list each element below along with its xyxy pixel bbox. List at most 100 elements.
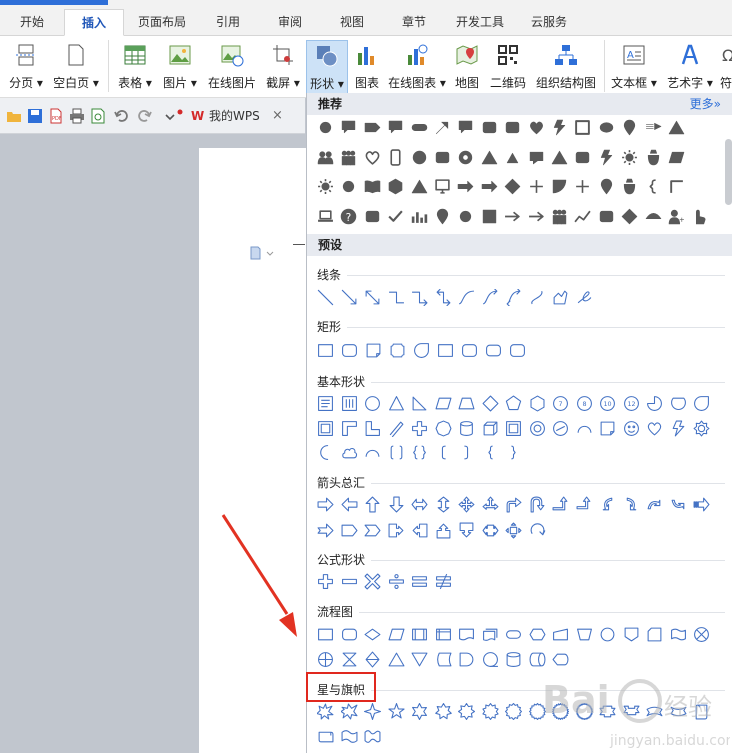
- line-shape-icon[interactable]: [317, 289, 334, 306]
- chevron-shape-icon[interactable]: [364, 522, 381, 539]
- chat-shape-icon[interactable]: [528, 149, 545, 166]
- elbowarr-shape-icon[interactable]: [411, 289, 428, 306]
- vtext-shape-icon[interactable]: [341, 395, 358, 412]
- arrow-shape-icon[interactable]: [504, 208, 521, 225]
- alr-shape-icon[interactable]: [411, 496, 428, 513]
- tree-shape-icon[interactable]: [645, 208, 662, 225]
- noentry-shape-icon[interactable]: [552, 420, 569, 437]
- symbol-button[interactable]: Ω 符: [720, 40, 732, 94]
- arrow-shape-icon[interactable]: [528, 208, 545, 225]
- cube-shape-icon[interactable]: [482, 420, 499, 437]
- eplus-shape-icon[interactable]: [317, 573, 334, 590]
- online-picture-button[interactable]: 在线图片: [204, 40, 260, 94]
- pin-shape-icon[interactable]: [434, 208, 451, 225]
- paragraph-layout-icon[interactable]: [249, 246, 277, 260]
- sq-shape-icon[interactable]: [481, 208, 498, 225]
- darrowline-shape-icon[interactable]: [364, 289, 381, 306]
- moon-shape-icon[interactable]: [317, 444, 334, 461]
- document-page[interactable]: [199, 148, 309, 753]
- rrect-shape-icon[interactable]: [509, 342, 526, 359]
- hex-shape-icon[interactable]: [529, 395, 546, 412]
- circle-shape-icon[interactable]: [364, 395, 381, 412]
- tear-shape-icon[interactable]: [693, 395, 710, 412]
- calld-shape-icon[interactable]: [458, 522, 475, 539]
- rsq-shape-icon[interactable]: [598, 208, 615, 225]
- mon-shape-icon[interactable]: [434, 178, 451, 195]
- fdelay-shape-icon[interactable]: [458, 651, 475, 668]
- fterm-shape-icon[interactable]: [505, 626, 522, 643]
- fseq-shape-icon[interactable]: [482, 651, 499, 668]
- save-icon[interactable]: [27, 108, 43, 124]
- globe-shape-icon[interactable]: [411, 149, 428, 166]
- fcoll-shape-icon[interactable]: [341, 651, 358, 668]
- crowd-shape-icon[interactable]: [340, 149, 357, 166]
- a3-shape-icon[interactable]: [482, 496, 499, 513]
- bolt-shape-icon[interactable]: [670, 420, 687, 437]
- scurve-shape-icon[interactable]: [529, 289, 546, 306]
- curvearr-shape-icon[interactable]: [482, 289, 499, 306]
- fdoc-shape-icon[interactable]: [458, 626, 475, 643]
- foff-shape-icon[interactable]: [623, 626, 640, 643]
- tri-shape-icon[interactable]: [411, 178, 428, 195]
- star10-shape-icon[interactable]: [481, 703, 499, 720]
- trend-shape-icon[interactable]: [574, 208, 592, 225]
- etimes-shape-icon[interactable]: [364, 573, 381, 590]
- bars-shape-icon[interactable]: [411, 208, 428, 225]
- fsum-shape-icon[interactable]: [693, 626, 710, 643]
- crowd-shape-icon[interactable]: [551, 208, 568, 225]
- tri-shape-icon[interactable]: [388, 395, 405, 412]
- tab-start[interactable]: 开始: [8, 9, 56, 36]
- fmerge-shape-icon[interactable]: [411, 651, 428, 668]
- n7-shape-icon[interactable]: 7: [552, 395, 569, 412]
- fstored-shape-icon[interactable]: [435, 651, 452, 668]
- rsq-shape-icon[interactable]: [574, 149, 591, 166]
- star7-shape-icon[interactable]: [434, 703, 452, 720]
- tri-shape-icon[interactable]: [551, 149, 568, 166]
- fext-shape-icon[interactable]: [388, 651, 405, 668]
- scribble-shape-icon[interactable]: [576, 289, 593, 306]
- elbow-shape-icon[interactable]: [388, 289, 405, 306]
- circarr-shape-icon[interactable]: [529, 522, 546, 539]
- arrowline-shape-icon[interactable]: [341, 289, 358, 306]
- pentarr-shape-icon[interactable]: [341, 522, 358, 539]
- book-shape-icon[interactable]: [364, 178, 381, 195]
- fdata-shape-icon[interactable]: [388, 626, 405, 643]
- cloud-shape-icon[interactable]: [341, 444, 358, 461]
- plaque-shape-icon[interactable]: [389, 342, 406, 359]
- fconn-shape-icon[interactable]: [599, 626, 616, 643]
- call4-shape-icon[interactable]: [505, 522, 522, 539]
- rsq-shape-icon[interactable]: [364, 208, 381, 225]
- bag-shape-icon[interactable]: [645, 149, 662, 166]
- tear-shape-icon[interactable]: [413, 342, 430, 359]
- rsq-shape-icon[interactable]: [504, 119, 521, 136]
- diamond-shape-icon[interactable]: [482, 395, 499, 412]
- oct-shape-icon[interactable]: [435, 420, 452, 437]
- gear-shape-icon[interactable]: [693, 420, 710, 437]
- people-shape-icon[interactable]: [317, 149, 334, 166]
- braces-shape-icon[interactable]: [411, 444, 428, 461]
- cap-shape-icon[interactable]: [411, 119, 428, 136]
- rtri-shape-icon[interactable]: [504, 149, 521, 166]
- diamond-shape-icon[interactable]: [504, 178, 521, 195]
- blank-page-button[interactable]: 空白页 ▾: [50, 40, 102, 94]
- ediv-shape-icon[interactable]: [388, 573, 405, 590]
- fprep-shape-icon[interactable]: [529, 626, 546, 643]
- al-shape-icon[interactable]: [341, 496, 358, 513]
- tab-page-layout[interactable]: 页面布局: [130, 9, 194, 36]
- bentup-shape-icon[interactable]: [576, 496, 593, 513]
- sun-shape-icon[interactable]: [621, 149, 638, 166]
- tab-section[interactable]: 章节: [390, 9, 438, 36]
- star8-shape-icon[interactable]: [458, 703, 475, 720]
- recommended-scrollbar[interactable]: [724, 115, 732, 229]
- ad-shape-icon[interactable]: [388, 496, 405, 513]
- pin-shape-icon[interactable]: [598, 178, 615, 195]
- pdf-export-icon[interactable]: PDF: [48, 108, 64, 124]
- right-shape-icon[interactable]: [457, 178, 474, 195]
- lbrace-shape-icon[interactable]: [482, 444, 499, 461]
- sun-shape-icon[interactable]: [317, 178, 334, 195]
- pent-shape-icon[interactable]: [364, 119, 381, 136]
- hand-shape-icon[interactable]: [691, 208, 708, 225]
- brace-shape-icon[interactable]: [645, 178, 662, 195]
- arc-shape-icon[interactable]: [364, 444, 381, 461]
- fint-shape-icon[interactable]: [435, 626, 452, 643]
